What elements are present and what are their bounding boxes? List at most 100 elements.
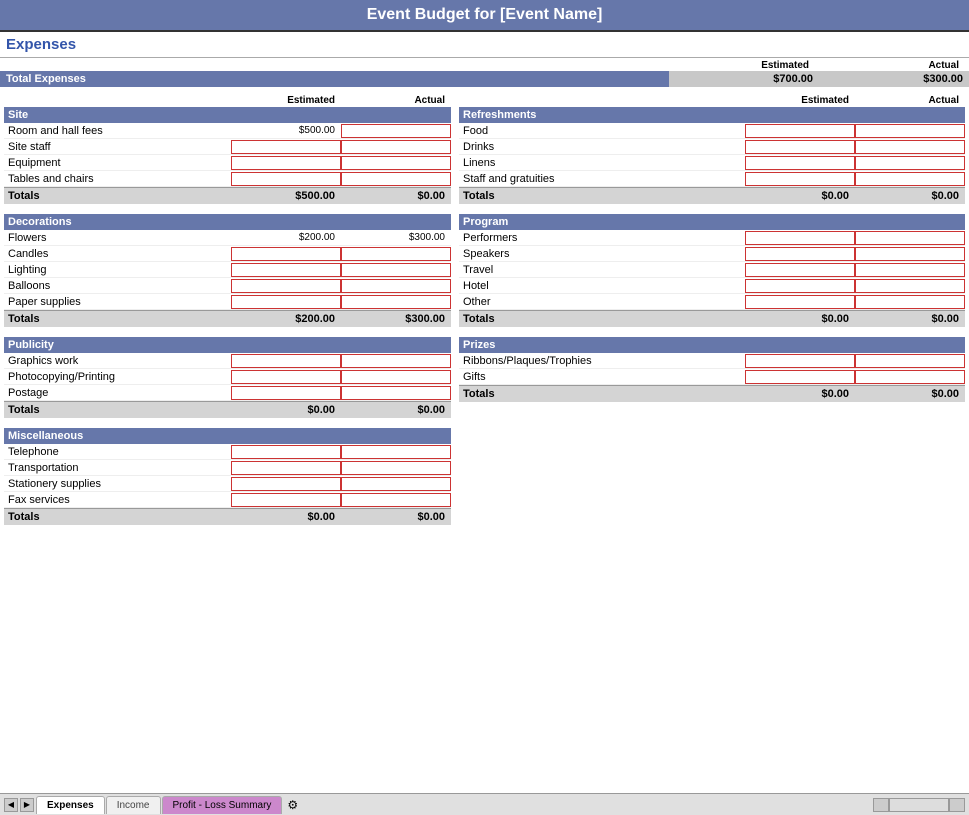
publicity-row-3-actual[interactable] — [341, 386, 451, 400]
publicity-row-3-estimated[interactable] — [231, 386, 341, 400]
refreshments-header: Refreshments — [459, 107, 965, 123]
tab-income[interactable]: Income — [106, 796, 161, 814]
publicity-totals-actual: $0.00 — [341, 402, 451, 418]
miscellaneous-section: Miscellaneous Telephone Transportation S… — [4, 428, 451, 525]
site-row-4-label: Tables and chairs — [4, 172, 231, 186]
tab-options-icon[interactable]: ⚙ — [287, 798, 298, 812]
decorations-row-3-estimated[interactable] — [231, 263, 341, 277]
decorations-row-2-actual[interactable] — [341, 247, 451, 261]
actual-col-header: Actual — [815, 60, 965, 71]
site-row-1-label: Room and hall fees — [4, 124, 231, 138]
total-expenses-estimated: $700.00 — [669, 71, 819, 87]
table-row: Candles — [4, 246, 451, 262]
prizes-row-2-actual[interactable] — [855, 370, 965, 384]
program-row-5-estimated[interactable] — [745, 295, 855, 309]
refreshments-row-3-actual[interactable] — [855, 156, 965, 170]
misc-row-4-label: Fax services — [4, 493, 231, 507]
site-row-1-actual[interactable] — [341, 124, 451, 138]
prizes-row-1-actual[interactable] — [855, 354, 965, 368]
refreshments-row-1-estimated[interactable] — [745, 124, 855, 138]
page-title: Event Budget for [Event Name] — [0, 0, 969, 32]
prizes-header: Prizes — [459, 337, 965, 353]
misc-row-1-estimated[interactable] — [231, 445, 341, 459]
misc-row-4-actual[interactable] — [341, 493, 451, 507]
prizes-totals-label: Totals — [459, 386, 745, 402]
site-row-2-label: Site staff — [4, 140, 231, 154]
tab-expenses[interactable]: Expenses — [36, 796, 105, 814]
scrollbar-right[interactable] — [949, 798, 965, 812]
site-row-3-actual[interactable] — [341, 156, 451, 170]
site-row-4-estimated[interactable] — [231, 172, 341, 186]
total-expenses-row: Total Expenses $700.00 $300.00 — [0, 71, 969, 87]
total-header-area: Estimated Actual — [0, 58, 969, 71]
table-row: Flowers $200.00 $300.00 — [4, 230, 451, 246]
refreshments-row-3-label: Linens — [459, 156, 745, 170]
program-row-3-estimated[interactable] — [745, 263, 855, 277]
table-row: Equipment — [4, 155, 451, 171]
site-row-2-estimated[interactable] — [231, 140, 341, 154]
site-row-4-actual[interactable] — [341, 172, 451, 186]
table-row: Stationery supplies — [4, 476, 451, 492]
program-row-1-actual[interactable] — [855, 231, 965, 245]
refreshments-row-2-actual[interactable] — [855, 140, 965, 154]
refreshments-row-2-label: Drinks — [459, 140, 745, 154]
publicity-row-1-actual[interactable] — [341, 354, 451, 368]
program-row-2-label: Speakers — [459, 247, 745, 261]
table-row: Gifts — [459, 369, 965, 385]
table-row: Balloons — [4, 278, 451, 294]
refreshments-totals-row: Totals $0.00 $0.00 — [459, 187, 965, 204]
publicity-totals-row: Totals $0.00 $0.00 — [4, 401, 451, 418]
misc-row-4-estimated[interactable] — [231, 493, 341, 507]
decorations-row-4-estimated[interactable] — [231, 279, 341, 293]
decorations-row-3-actual[interactable] — [341, 263, 451, 277]
program-row-3-actual[interactable] — [855, 263, 965, 277]
refreshments-row-3-estimated[interactable] — [745, 156, 855, 170]
decorations-row-5-estimated[interactable] — [231, 295, 341, 309]
misc-row-3-actual[interactable] — [341, 477, 451, 491]
site-row-2-actual[interactable] — [341, 140, 451, 154]
refreshments-row-1-actual[interactable] — [855, 124, 965, 138]
publicity-row-1-label: Graphics work — [4, 354, 231, 368]
decorations-row-4-actual[interactable] — [341, 279, 451, 293]
site-row-3-estimated[interactable] — [231, 156, 341, 170]
publicity-row-2-actual[interactable] — [341, 370, 451, 384]
publicity-row-1-estimated[interactable] — [231, 354, 341, 368]
program-row-1-label: Performers — [459, 231, 745, 245]
program-row-4-estimated[interactable] — [745, 279, 855, 293]
program-row-5-actual[interactable] — [855, 295, 965, 309]
program-row-2-actual[interactable] — [855, 247, 965, 261]
tab-nav-next[interactable]: ▶ — [20, 798, 34, 812]
refreshments-actual-header: Actual — [855, 95, 965, 106]
table-row: Performers — [459, 230, 965, 246]
table-row: Room and hall fees $500.00 — [4, 123, 451, 139]
decorations-row-1-actual: $300.00 — [341, 231, 451, 244]
table-row: Other — [459, 294, 965, 310]
site-row-1-estimated: $500.00 — [231, 124, 341, 137]
decorations-row-2-estimated[interactable] — [231, 247, 341, 261]
misc-totals-estimated: $0.00 — [231, 509, 341, 525]
program-row-1-estimated[interactable] — [745, 231, 855, 245]
refreshments-row-2-estimated[interactable] — [745, 140, 855, 154]
misc-row-2-estimated[interactable] — [231, 461, 341, 475]
tab-nav-prev[interactable]: ◀ — [4, 798, 18, 812]
scrollbar-left[interactable] — [873, 798, 889, 812]
program-row-4-actual[interactable] — [855, 279, 965, 293]
misc-row-1-actual[interactable] — [341, 445, 451, 459]
decorations-row-5-actual[interactable] — [341, 295, 451, 309]
site-totals-row: Totals $500.00 $0.00 — [4, 187, 451, 204]
prizes-row-2-estimated[interactable] — [745, 370, 855, 384]
misc-row-2-actual[interactable] — [341, 461, 451, 475]
table-row: Paper supplies — [4, 294, 451, 310]
prizes-row-1-estimated[interactable] — [745, 354, 855, 368]
refreshments-row-4-actual[interactable] — [855, 172, 965, 186]
decorations-row-5-label: Paper supplies — [4, 295, 231, 309]
misc-row-3-estimated[interactable] — [231, 477, 341, 491]
decorations-totals-actual: $300.00 — [341, 311, 451, 327]
tab-profit-loss[interactable]: Profit - Loss Summary — [162, 796, 283, 814]
publicity-row-2-estimated[interactable] — [231, 370, 341, 384]
refreshments-row-4-estimated[interactable] — [745, 172, 855, 186]
table-row: Site staff — [4, 139, 451, 155]
site-header: Site — [4, 107, 451, 123]
publicity-row-3-label: Postage — [4, 386, 231, 400]
program-row-2-estimated[interactable] — [745, 247, 855, 261]
